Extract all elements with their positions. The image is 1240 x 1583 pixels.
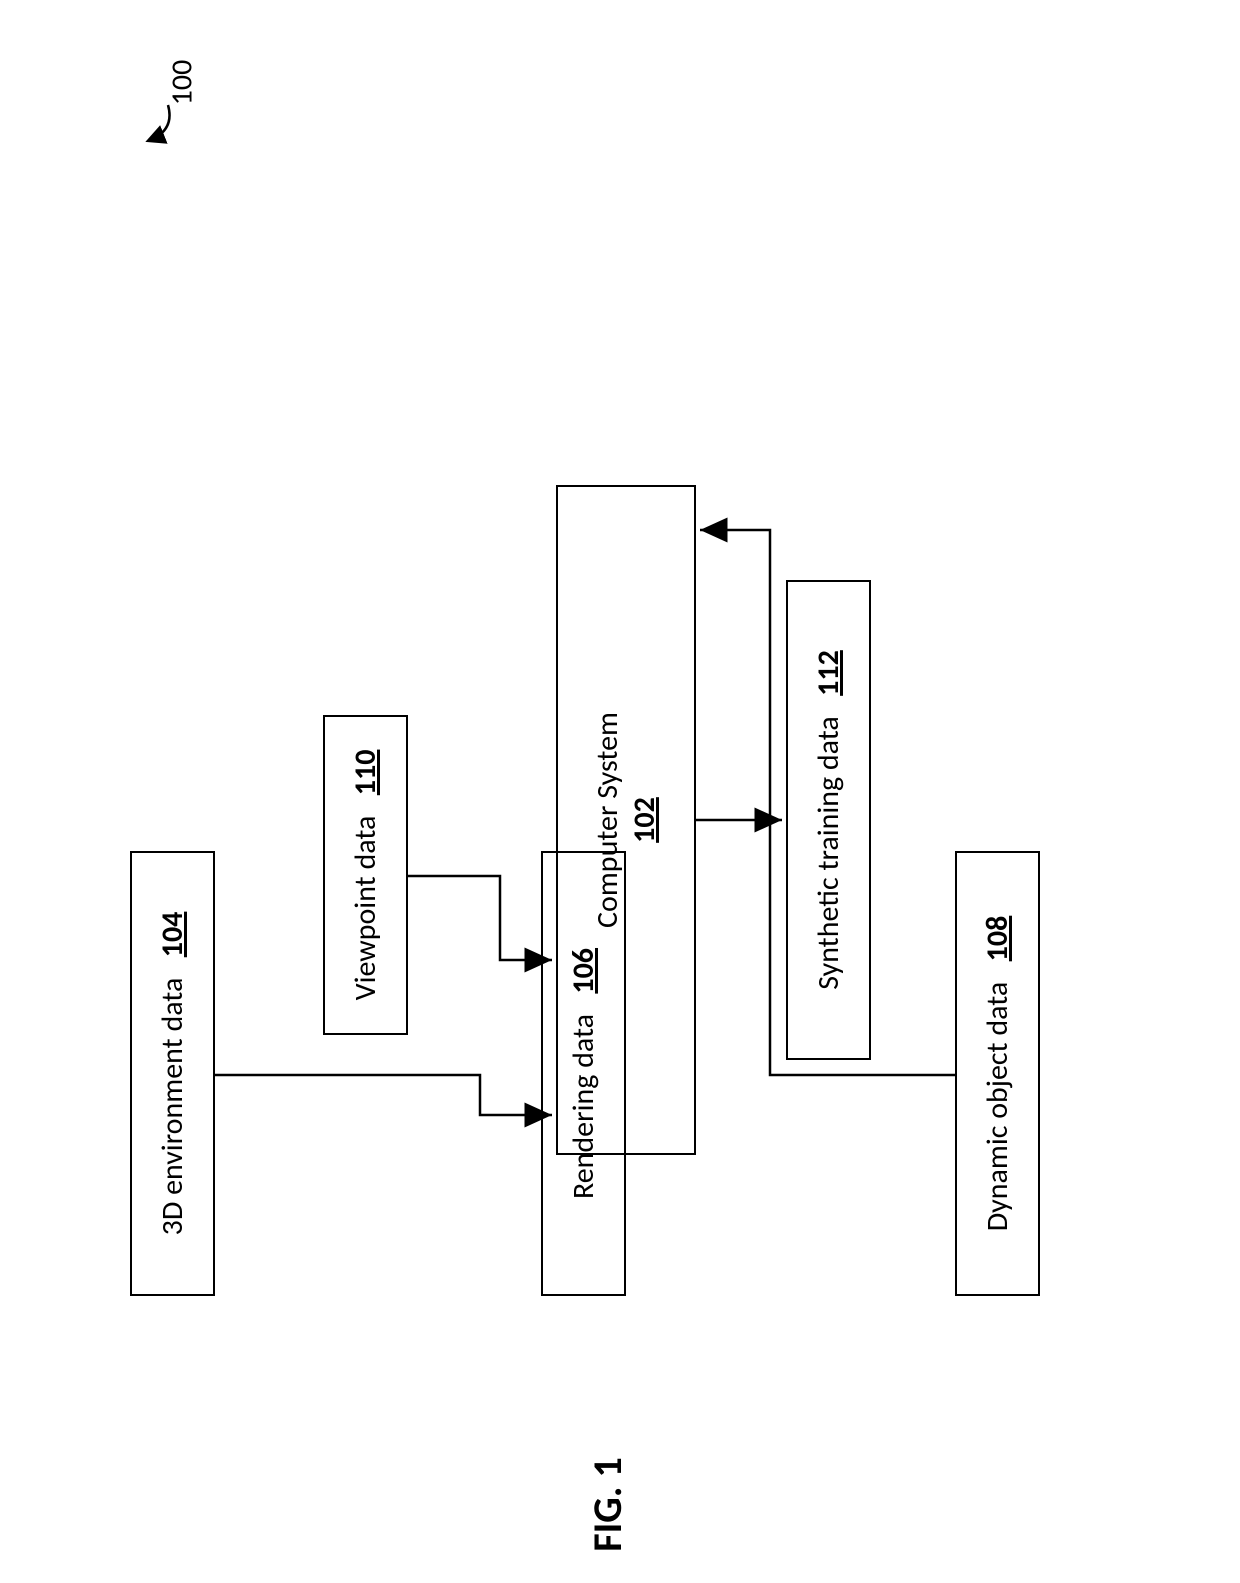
arrows-final (0, 0, 1240, 1583)
diagram-page: 100 3D environment data 104 Rendering da… (0, 0, 1240, 1583)
